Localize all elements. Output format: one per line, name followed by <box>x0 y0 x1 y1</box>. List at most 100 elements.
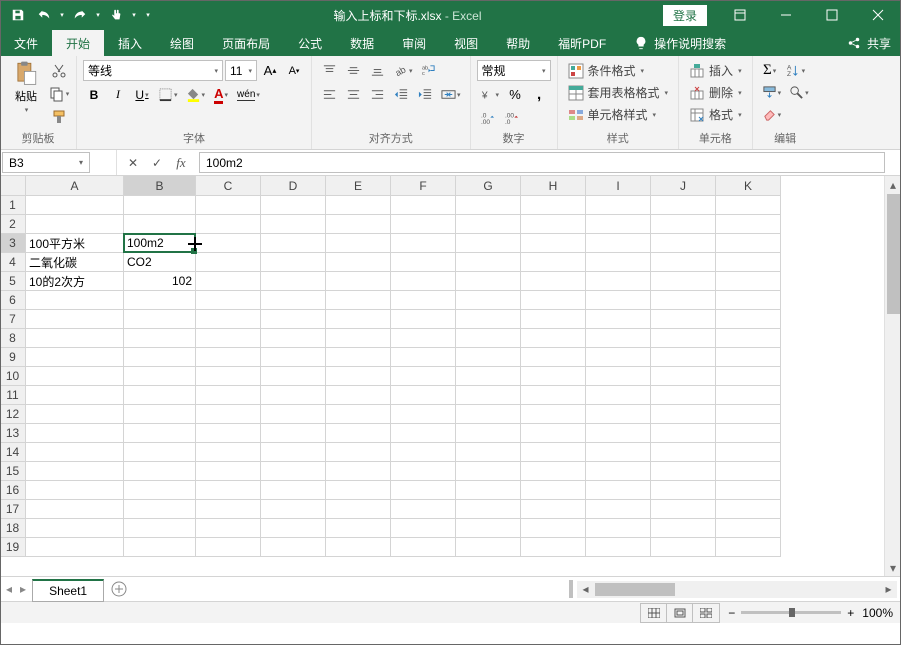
cell[interactable] <box>716 367 781 386</box>
zoom-thumb[interactable] <box>789 608 795 617</box>
cell[interactable]: 二氧化碳 <box>26 253 124 272</box>
zoom-in-button[interactable]: + <box>847 606 854 620</box>
cell[interactable] <box>521 215 586 234</box>
cell[interactable] <box>124 519 196 538</box>
align-top-button[interactable] <box>318 60 340 81</box>
row-header[interactable]: 9 <box>0 348 26 367</box>
maximize-button[interactable] <box>809 0 855 30</box>
row-header[interactable]: 10 <box>0 367 26 386</box>
cell[interactable] <box>26 538 124 557</box>
cell[interactable] <box>651 405 716 424</box>
ribbon-display-button[interactable] <box>717 0 763 30</box>
login-button[interactable]: 登录 <box>663 5 707 26</box>
cell[interactable] <box>716 443 781 462</box>
autosum-button[interactable]: Σ▾ <box>759 60 781 81</box>
cell[interactable] <box>651 253 716 272</box>
cell[interactable] <box>261 291 326 310</box>
cell[interactable] <box>651 310 716 329</box>
row-header[interactable]: 17 <box>0 500 26 519</box>
cell[interactable] <box>521 196 586 215</box>
close-button[interactable] <box>855 0 901 30</box>
touch-dropdown[interactable]: ▾ <box>130 3 138 27</box>
tab-review[interactable]: 审阅 <box>388 30 440 56</box>
decrease-indent-button[interactable] <box>390 84 412 105</box>
cancel-formula-button[interactable]: ✕ <box>121 152 145 174</box>
cell[interactable] <box>124 443 196 462</box>
tab-view[interactable]: 视图 <box>440 30 492 56</box>
cell[interactable] <box>586 405 651 424</box>
cell[interactable] <box>456 253 521 272</box>
align-center-button[interactable] <box>342 84 364 105</box>
cell[interactable] <box>196 310 261 329</box>
formula-input[interactable]: 100m2 <box>199 152 885 173</box>
cut-button[interactable] <box>48 60 70 81</box>
column-header[interactable]: A <box>26 176 124 196</box>
cell[interactable] <box>651 481 716 500</box>
cell[interactable] <box>124 348 196 367</box>
tab-insert[interactable]: 插入 <box>104 30 156 56</box>
number-format-combo[interactable]: 常规▾ <box>477 60 551 81</box>
tab-split-handle[interactable] <box>569 580 573 598</box>
cell[interactable] <box>521 519 586 538</box>
align-right-button[interactable] <box>366 84 388 105</box>
tab-draw[interactable]: 绘图 <box>156 30 208 56</box>
row-header[interactable]: 1 <box>0 196 26 215</box>
cell[interactable] <box>521 462 586 481</box>
cell[interactable] <box>326 253 391 272</box>
cell[interactable] <box>716 215 781 234</box>
cells-area[interactable]: 100平方米100m2二氧化碳CO210的2次方102 <box>26 196 781 557</box>
insert-function-button[interactable]: fx <box>169 152 193 174</box>
cell[interactable] <box>124 291 196 310</box>
cell[interactable] <box>391 500 456 519</box>
cell[interactable] <box>586 196 651 215</box>
align-middle-button[interactable] <box>342 60 364 81</box>
cell[interactable] <box>391 405 456 424</box>
cell[interactable] <box>26 348 124 367</box>
column-header[interactable]: K <box>716 176 781 196</box>
sheet-prev-button[interactable]: ◂ <box>6 582 12 596</box>
cell[interactable] <box>391 519 456 538</box>
cell[interactable] <box>716 519 781 538</box>
cell[interactable] <box>521 367 586 386</box>
cell[interactable] <box>124 386 196 405</box>
italic-button[interactable]: I <box>107 84 129 105</box>
cell[interactable] <box>261 538 326 557</box>
cell[interactable]: CO2 <box>124 253 196 272</box>
row-header[interactable]: 11 <box>0 386 26 405</box>
cell[interactable] <box>391 215 456 234</box>
cell[interactable] <box>196 367 261 386</box>
cell[interactable] <box>124 462 196 481</box>
row-header[interactable]: 2 <box>0 215 26 234</box>
cell[interactable] <box>196 519 261 538</box>
tab-file[interactable]: 文件 <box>0 30 52 56</box>
cell[interactable] <box>651 443 716 462</box>
row-header[interactable]: 16 <box>0 481 26 500</box>
cell[interactable] <box>391 348 456 367</box>
cell[interactable] <box>651 291 716 310</box>
align-bottom-button[interactable] <box>366 60 388 81</box>
find-button[interactable]: ▾ <box>786 82 812 103</box>
cell[interactable] <box>326 196 391 215</box>
cell-style-button[interactable]: 单元格样式▾ <box>564 104 661 125</box>
cell[interactable] <box>124 538 196 557</box>
cell[interactable] <box>391 234 456 253</box>
tab-foxit[interactable]: 福昕PDF <box>544 30 620 56</box>
table-format-button[interactable]: 套用表格格式▾ <box>564 82 673 103</box>
save-button[interactable] <box>6 3 30 27</box>
cell[interactable] <box>456 424 521 443</box>
cell[interactable] <box>456 500 521 519</box>
comma-button[interactable]: , <box>528 84 550 105</box>
column-header[interactable]: J <box>651 176 716 196</box>
cell[interactable] <box>26 196 124 215</box>
cell[interactable] <box>521 443 586 462</box>
cell[interactable] <box>716 272 781 291</box>
cell[interactable] <box>391 462 456 481</box>
cell[interactable] <box>651 538 716 557</box>
cell[interactable] <box>261 234 326 253</box>
accounting-button[interactable]: ¥▾ <box>477 84 503 105</box>
cell[interactable] <box>716 196 781 215</box>
row-header[interactable]: 8 <box>0 329 26 348</box>
format-painter-button[interactable] <box>48 106 70 127</box>
cell[interactable] <box>261 443 326 462</box>
cell[interactable] <box>326 443 391 462</box>
